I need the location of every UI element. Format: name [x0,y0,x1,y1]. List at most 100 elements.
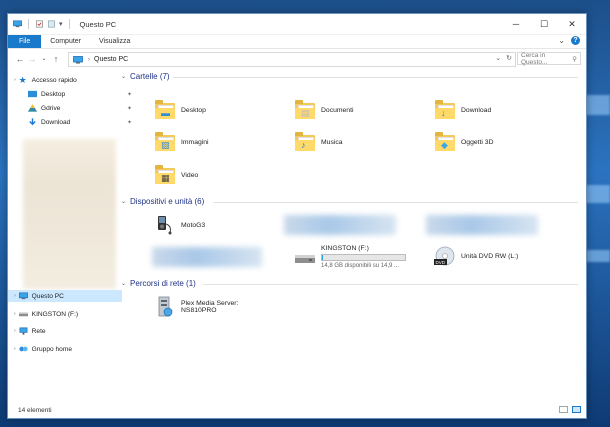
device-usb-kingston[interactable]: KINGSTON (F:) 14,8 GB disponibili su 14,… [294,245,406,269]
up-button[interactable]: ↑ [50,54,62,64]
device-dvd[interactable]: DVD Unità DVD RW (L:) [434,245,518,267]
group-header-devices[interactable]: ⌄ Dispositivi e unità (6) [121,197,578,206]
group-header-network[interactable]: ⌄ Percorsi di rete (1) [121,279,578,288]
breadcrumb-separator[interactable]: › [88,57,90,63]
folder-download[interactable]: ↓ Download [434,99,491,121]
collapse-chevron-icon[interactable]: ⌄ [121,198,126,205]
expand-ribbon-icon[interactable]: ⌄ [558,36,565,45]
status-bar: 14 elementi [8,402,586,418]
sidebar-item-label: Accesso rapido [31,76,77,84]
recent-locations-button[interactable]: ⌄ [38,55,50,62]
sidebar-item-label: Gruppo home [31,345,72,353]
group-title: Dispositivi e unità (6) [130,197,205,206]
star-icon: ★ [18,75,27,85]
address-dropdown-icon[interactable]: ⌄ [495,54,501,62]
search-icon: ⚲ [572,55,577,63]
gdrive-icon [28,104,37,112]
sidebar-item-label: Download [41,118,71,126]
collapse-chevron-icon[interactable]: ⌄ [121,280,126,287]
back-button[interactable]: ← [14,54,26,64]
expand-chevron-icon[interactable]: › [14,293,16,299]
sidebar-item-kingston[interactable]: › KINGSTON (F:) [8,308,122,320]
help-icon[interactable]: ? [571,36,580,45]
sidebar-item-quick-access[interactable]: › ★ Accesso rapido [8,74,122,86]
folder-label: Desktop [181,106,206,114]
drive-usage-bar [321,254,406,261]
group-divider [203,284,578,285]
tab-computer[interactable]: Computer [41,35,90,48]
folder-label: Download [461,106,492,114]
group-header-folders[interactable]: ⌄ Cartelle (7) [121,72,578,81]
folder-documents[interactable]: ▤ Documenti [294,99,354,121]
address-bar[interactable]: › Questo PC ⌄ ↻ [68,52,516,67]
large-icons-view-icon[interactable] [572,406,581,413]
folder-label: Documenti [321,106,354,114]
network-location-plex[interactable]: Plex Media Server: NS810PRO [154,296,238,318]
device-label: MotoG3 [181,221,206,229]
maximize-button[interactable]: ☐ [530,14,558,34]
folder-3d-objects[interactable]: ◆ Oggetti 3D [434,131,494,153]
refresh-icon[interactable]: ↻ [506,54,512,62]
blurred-device [284,215,396,235]
tab-file[interactable]: File [8,35,42,48]
usb-drive-icon [18,312,28,317]
window-controls: ─ ☐ ✕ [502,14,586,34]
this-pc-icon [13,20,22,28]
explorer-window: ▾ Questo PC ─ ☐ ✕ File Computer Visualiz… [7,13,587,419]
blurred-sidebar-items [23,139,116,289]
title-bar: ▾ Questo PC ─ ☐ ✕ [8,14,586,35]
music-folder-icon: ♪ [294,131,316,153]
collapse-chevron-icon[interactable]: ⌄ [121,73,126,80]
properties-icon[interactable] [35,20,44,28]
blurred-device [152,247,262,267]
this-pc-icon [73,55,83,63]
group-divider [213,202,578,203]
drive-free-space: 14,8 GB disponibili su 14,9 ... [321,263,400,269]
download-icon [29,118,36,126]
expand-chevron-icon[interactable]: › [14,328,16,334]
details-view-icon[interactable] [559,406,568,413]
minimize-button[interactable]: ─ [502,14,530,34]
dvd-drive-icon: DVD [434,245,456,267]
content-pane: ⌄ Cartelle (7) ▬ Desktop ▤ Documenti ↓ D… [116,69,586,402]
folder-video[interactable]: ▦ Video [154,164,198,186]
customize-toolbar-icon[interactable]: ▾ [59,20,63,28]
device-label: KINGSTON (F:) [321,245,369,252]
folder-label: Oggetti 3D [461,138,494,146]
search-input[interactable]: Cerca in Questo... ⚲ [517,52,581,66]
blurred-device [426,215,538,235]
expand-chevron-icon[interactable]: › [14,77,16,83]
pictures-folder-icon: ▨ [154,131,176,153]
homegroup-icon [19,346,28,352]
sidebar-item-this-pc[interactable]: › Questo PC [8,290,122,302]
sidebar-item-label: Rete [31,327,46,335]
group-divider [173,77,578,78]
sidebar-item-label: Desktop [41,90,66,98]
new-folder-icon[interactable] [47,20,56,28]
expand-chevron-icon[interactable]: › [14,346,16,352]
drive-usage-fill [322,255,323,260]
folder-music[interactable]: ♪ Musica [294,131,343,153]
desktop-folder-icon: ▬ [154,99,176,121]
drive-details: KINGSTON (F:) 14,8 GB disponibili su 14,… [321,245,406,269]
video-folder-icon: ▦ [154,164,176,186]
navigation-pane: › ★ Accesso rapido Desktop ✦ Gdrive ✦ Do… [8,69,132,402]
expand-chevron-icon[interactable]: › [14,311,16,317]
media-server-icon [154,296,176,318]
quick-access-toolbar: ▾ Questo PC [8,19,116,29]
forward-button[interactable]: → [26,54,38,64]
folder-label: Video [181,171,199,179]
folder-desktop[interactable]: ▬ Desktop [154,99,206,121]
sidebar-item-label: Gdrive [41,104,61,112]
folder-pictures[interactable]: ▨ Immagini [154,131,209,153]
close-button[interactable]: ✕ [558,14,586,34]
network-location-sublabel: NS810PRO [181,307,217,314]
download-folder-icon: ↓ [434,99,456,121]
device-phone[interactable]: MotoG3 [154,214,205,236]
tab-view[interactable]: Visualizza [90,35,139,48]
sidebar-item-homegroup[interactable]: › Gruppo home [8,343,122,355]
sidebar-item-label: Questo PC [31,292,64,300]
sidebar-item-network[interactable]: › Rete [8,325,122,337]
navigation-bar: ← → ⌄ ↑ › Questo PC ⌄ ↻ Cerca in Questo.… [8,49,586,68]
breadcrumb-this-pc[interactable]: Questo PC [94,56,128,63]
